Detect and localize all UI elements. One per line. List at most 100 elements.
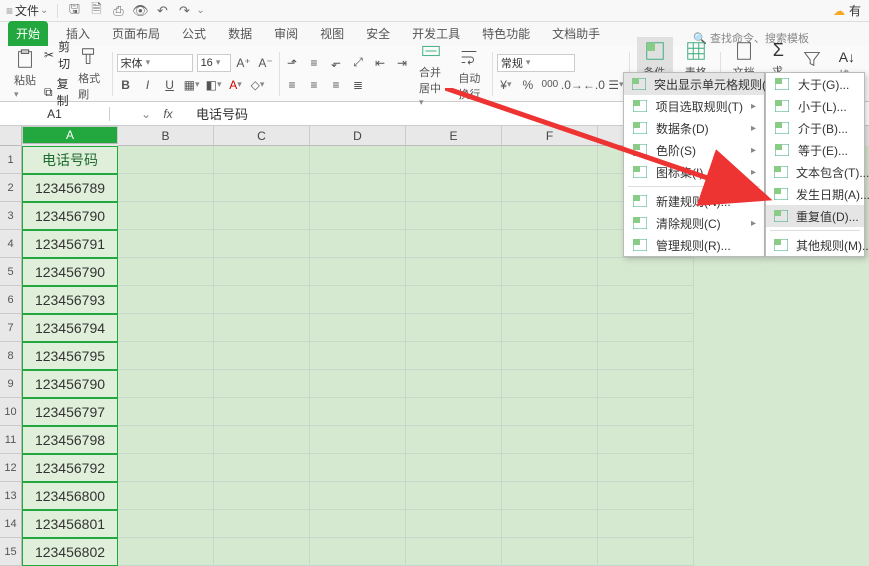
cell-D1[interactable] (310, 146, 406, 174)
cell-A10[interactable]: 123456797 (22, 398, 118, 426)
format-painter-button[interactable]: 格式刷 (74, 46, 104, 102)
tab-security[interactable]: 安全 (362, 21, 394, 46)
percent-icon[interactable]: % (519, 76, 537, 94)
save-as-icon[interactable]: 🗎 (88, 3, 104, 19)
cell-F9[interactable] (502, 370, 598, 398)
row-header[interactable]: 9 (0, 370, 22, 398)
cell-E13[interactable] (406, 482, 502, 510)
cell-A9[interactable]: 123456790 (22, 370, 118, 398)
cell-A15[interactable]: 123456802 (22, 538, 118, 566)
decrease-font-icon[interactable]: A⁻ (257, 54, 275, 72)
tab-layout[interactable]: 页面布局 (108, 21, 164, 46)
cell-F14[interactable] (502, 510, 598, 538)
cell-E7[interactable] (406, 314, 502, 342)
cell-G10[interactable] (598, 398, 694, 426)
tab-data[interactable]: 数据 (224, 21, 256, 46)
cell-G15[interactable] (598, 538, 694, 566)
cell-F8[interactable] (502, 342, 598, 370)
border-button[interactable]: ▦▾ (183, 76, 201, 94)
tab-start[interactable]: 开始 (8, 21, 48, 46)
cell-C6[interactable] (214, 286, 310, 314)
file-menu[interactable]: 文件 (15, 2, 39, 19)
orientation-icon[interactable]: ⤢ (349, 54, 367, 72)
font-size-select[interactable]: 16▾ (197, 54, 231, 72)
menu-item-gt[interactable]: 大于(G)... (766, 73, 864, 95)
cell-D11[interactable] (310, 426, 406, 454)
chevron-down-icon[interactable]: ⌄ (196, 5, 204, 16)
cell-A2[interactable]: 123456789 (22, 174, 118, 202)
cell-G7[interactable] (598, 314, 694, 342)
cell-D5[interactable] (310, 258, 406, 286)
cell-C2[interactable] (214, 174, 310, 202)
cell-A4[interactable]: 123456791 (22, 230, 118, 258)
cell-C4[interactable] (214, 230, 310, 258)
tab-view[interactable]: 视图 (316, 21, 348, 46)
down-icon[interactable]: ⌄ (138, 107, 154, 121)
cell-B7[interactable] (118, 314, 214, 342)
menu-item-new-rule[interactable]: 新建规则(N)... (624, 190, 764, 212)
cell-C3[interactable] (214, 202, 310, 230)
cell-F3[interactable] (502, 202, 598, 230)
align-bottom-icon[interactable]: ⬐ (327, 54, 345, 72)
merge-center-button[interactable]: 合并居中▾ (415, 40, 446, 108)
cell-D14[interactable] (310, 510, 406, 538)
cell-D15[interactable] (310, 538, 406, 566)
undo-icon[interactable]: ↶ (154, 3, 170, 19)
row-header[interactable]: 1 (0, 146, 22, 174)
col-header-E[interactable]: E (406, 126, 502, 146)
cell-G11[interactable] (598, 426, 694, 454)
cell-E3[interactable] (406, 202, 502, 230)
col-header-F[interactable]: F (502, 126, 598, 146)
cell-D13[interactable] (310, 482, 406, 510)
col-header-A[interactable]: A (22, 126, 118, 144)
cell-A13[interactable]: 123456800 (22, 482, 118, 510)
cell-B11[interactable] (118, 426, 214, 454)
cell-C5[interactable] (214, 258, 310, 286)
cell-F12[interactable] (502, 454, 598, 482)
cell-D4[interactable] (310, 230, 406, 258)
cell-C13[interactable] (214, 482, 310, 510)
row-header[interactable]: 5 (0, 258, 22, 286)
cell-A6[interactable]: 123456793 (22, 286, 118, 314)
indent-left-icon[interactable]: ⇤ (371, 54, 389, 72)
fill-color-button[interactable]: ◧▾ (205, 76, 223, 94)
menu-icon[interactable]: ≡ (6, 4, 13, 18)
wrap-text-button[interactable]: 自动换行 (454, 46, 484, 102)
fx-icon[interactable]: fx (160, 107, 176, 121)
cell-G5[interactable] (598, 258, 694, 286)
cell-E5[interactable] (406, 258, 502, 286)
cell-C12[interactable] (214, 454, 310, 482)
cell-G8[interactable] (598, 342, 694, 370)
cell-E1[interactable] (406, 146, 502, 174)
cell-B9[interactable] (118, 370, 214, 398)
menu-item-text[interactable]: 文本包含(T)... (766, 161, 864, 183)
row-header[interactable]: 3 (0, 202, 22, 230)
row-header[interactable]: 6 (0, 286, 22, 314)
cell-F13[interactable] (502, 482, 598, 510)
row-header[interactable]: 4 (0, 230, 22, 258)
cell-E6[interactable] (406, 286, 502, 314)
cell-G9[interactable] (598, 370, 694, 398)
save-icon[interactable]: 🖫 (66, 3, 82, 19)
cell-A14[interactable]: 123456801 (22, 510, 118, 538)
cell-E8[interactable] (406, 342, 502, 370)
cell-C11[interactable] (214, 426, 310, 454)
cell-A8[interactable]: 123456795 (22, 342, 118, 370)
copy-button[interactable]: ⧉复制 (44, 75, 70, 109)
cell-D9[interactable] (310, 370, 406, 398)
row-header[interactable]: 15 (0, 538, 22, 566)
clear-format-button[interactable]: ◇▾ (249, 76, 267, 94)
align-right-icon[interactable]: ≡ (327, 76, 345, 94)
cell-F10[interactable] (502, 398, 598, 426)
cell-C10[interactable] (214, 398, 310, 426)
increase-font-icon[interactable]: A⁺ (235, 54, 253, 72)
redo-icon[interactable]: ↷ (176, 3, 192, 19)
cell-C14[interactable] (214, 510, 310, 538)
dec-decimal-icon[interactable]: ←.0 (585, 76, 603, 94)
tab-special[interactable]: 特色功能 (478, 21, 534, 46)
cell-E10[interactable] (406, 398, 502, 426)
inc-decimal-icon[interactable]: .0→ (563, 76, 581, 94)
cell-A1[interactable]: 电话号码 (22, 146, 118, 174)
menu-item-clear-rules[interactable]: 清除规则(C)▸ (624, 212, 764, 234)
col-header-C[interactable]: C (214, 126, 310, 146)
